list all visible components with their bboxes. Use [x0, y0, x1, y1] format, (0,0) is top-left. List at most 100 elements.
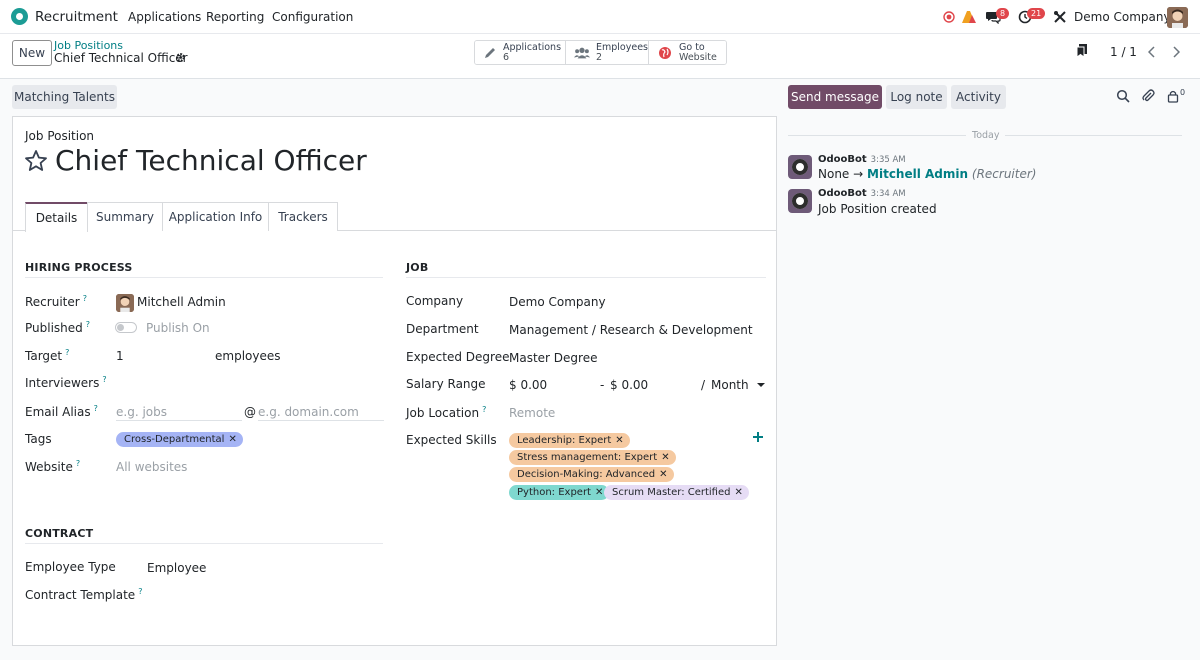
menu-configuration[interactable]: Configuration: [272, 10, 353, 24]
job-heading: JOB: [406, 261, 766, 278]
skill-tag[interactable]: Leadership: Expert ✕: [509, 433, 630, 448]
company-label: Company: [406, 294, 464, 308]
followers-count: 0: [1180, 88, 1186, 97]
app-name[interactable]: Recruitment: [35, 9, 118, 25]
users-icon: [574, 45, 590, 61]
menu-applications[interactable]: Applications: [128, 10, 201, 24]
salary-min-field[interactable]: $ 0.00: [509, 378, 547, 392]
employees-smart-button[interactable]: Employees 2: [566, 41, 649, 64]
expected-degree-label: Expected Degree: [406, 350, 510, 364]
tag-cross-departmental[interactable]: Cross-Departmental ✕: [116, 432, 243, 447]
recruiter-label: Recruiter?: [25, 294, 87, 309]
activities-badge: 21: [1027, 8, 1046, 19]
pager-previous-button[interactable]: [1140, 40, 1164, 64]
employee-type-label: Employee Type: [25, 560, 116, 574]
salary-separator: -: [600, 378, 605, 392]
remove-tag-icon[interactable]: ✕: [595, 487, 603, 498]
employee-type-field[interactable]: Employee: [147, 561, 206, 575]
employees-count: 2: [596, 51, 603, 63]
recruitment-app-icon[interactable]: [11, 8, 28, 25]
tab-details[interactable]: Details: [25, 202, 88, 232]
recruiter-avatar: [116, 294, 134, 312]
user-avatar[interactable]: [1167, 7, 1188, 28]
messages-badge: 8: [996, 8, 1010, 19]
department-label: Department: [406, 322, 479, 336]
smart-buttons: Applications 6 Employees 2 Go to Website: [474, 40, 727, 65]
gear-icon[interactable]: [175, 52, 186, 66]
website-label: Website?: [25, 459, 81, 474]
company-switcher[interactable]: Demo Company: [1074, 10, 1171, 24]
matching-talents-button[interactable]: Matching Talents: [12, 85, 117, 109]
job-position-label: Job Position: [25, 129, 95, 143]
applications-smart-button[interactable]: Applications 6: [475, 41, 566, 64]
published-label: Published?: [25, 320, 91, 335]
tab-trackers[interactable]: Trackers: [268, 202, 338, 231]
target-unit: employees: [215, 349, 281, 363]
interviewers-label: Interviewers?: [25, 375, 107, 390]
log-note-button[interactable]: Log note: [886, 85, 947, 109]
contract-heading: CONTRACT: [25, 527, 383, 544]
job-title-input[interactable]: Chief Technical Officer: [55, 144, 367, 177]
globe-icon: [657, 45, 673, 61]
activity-button[interactable]: Activity: [951, 85, 1006, 109]
skill-tag[interactable]: Decision-Making: Advanced ✕: [509, 467, 674, 482]
chevron-down-icon[interactable]: [757, 383, 765, 387]
pager-next-button[interactable]: [1164, 40, 1188, 64]
ai-icon[interactable]: [961, 9, 977, 25]
website-label: Website: [679, 51, 717, 63]
salary-slash: /: [701, 378, 706, 392]
bookmark-icon[interactable]: [1076, 44, 1088, 61]
odoobot-avatar[interactable]: [788, 155, 812, 179]
star-icon[interactable]: [24, 149, 48, 176]
tab-summary[interactable]: Summary: [87, 202, 163, 231]
pencil-icon: [483, 45, 497, 61]
remove-tag-icon[interactable]: ✕: [615, 435, 623, 446]
job-location-field[interactable]: Remote: [509, 406, 555, 420]
send-message-button[interactable]: Send message: [788, 85, 882, 109]
remove-tag-icon[interactable]: ✕: [228, 434, 236, 445]
search-icon[interactable]: [1116, 89, 1130, 106]
publish-on-label: Publish On: [146, 321, 210, 335]
skill-tag[interactable]: Python: Expert ✕: [509, 485, 610, 500]
hiring-process-heading: HIRING PROCESS: [25, 261, 383, 278]
department-field[interactable]: Management / Research & Development: [509, 323, 753, 337]
today-label: Today: [966, 130, 1006, 141]
interviewers-field[interactable]: [116, 376, 384, 390]
go-to-website-button[interactable]: Go to Website: [649, 41, 726, 64]
message-body: Job Position created: [818, 202, 937, 216]
salary-period-select[interactable]: Month: [711, 378, 749, 392]
menu-reporting[interactable]: Reporting: [206, 10, 264, 24]
applications-label: Applications: [503, 41, 562, 53]
message-body: None → Mitchell Admin (Recruiter): [818, 167, 1037, 181]
published-toggle[interactable]: [115, 322, 137, 333]
paperclip-icon[interactable]: [1141, 89, 1155, 106]
tools-icon[interactable]: [1052, 9, 1068, 25]
job-location-label: Job Location?: [406, 405, 487, 420]
add-skill-icon[interactable]: [753, 431, 763, 445]
breadcrumb-current: Chief Technical Officer: [54, 51, 188, 65]
target-field[interactable]: 1: [116, 349, 124, 363]
salary-range-label: Salary Range: [406, 377, 486, 391]
followers-icon[interactable]: [1167, 89, 1179, 106]
salary-max-field[interactable]: $ 0.00: [610, 378, 648, 392]
remove-tag-icon[interactable]: ✕: [661, 452, 669, 463]
message-author: OdooBot 3:34 AM: [818, 188, 906, 199]
record-icon[interactable]: [941, 9, 957, 25]
email-alias-underline: [116, 407, 242, 421]
recruiter-field[interactable]: Mitchell Admin: [137, 295, 226, 309]
skill-tag[interactable]: Stress management: Expert ✕: [509, 450, 676, 465]
skill-tag[interactable]: Scrum Master: Certified ✕: [604, 485, 749, 500]
applications-count: 6: [503, 51, 510, 63]
expected-skills-label: Expected Skills: [406, 433, 497, 447]
new-button[interactable]: New: [12, 40, 52, 66]
company-field[interactable]: Demo Company: [509, 295, 606, 309]
expected-degree-field[interactable]: Master Degree: [509, 351, 597, 365]
odoobot-avatar[interactable]: [788, 189, 812, 213]
form-sheet: Job Position Chief Technical Officer Det…: [12, 116, 777, 646]
tab-application-info[interactable]: Application Info: [162, 202, 269, 231]
remove-tag-icon[interactable]: ✕: [734, 487, 742, 498]
form-tabs: Details Summary Application Info Tracker…: [13, 202, 776, 232]
website-field[interactable]: All websites: [116, 460, 187, 474]
remove-tag-icon[interactable]: ✕: [659, 469, 667, 480]
pager-value[interactable]: 1 / 1: [1110, 45, 1137, 59]
